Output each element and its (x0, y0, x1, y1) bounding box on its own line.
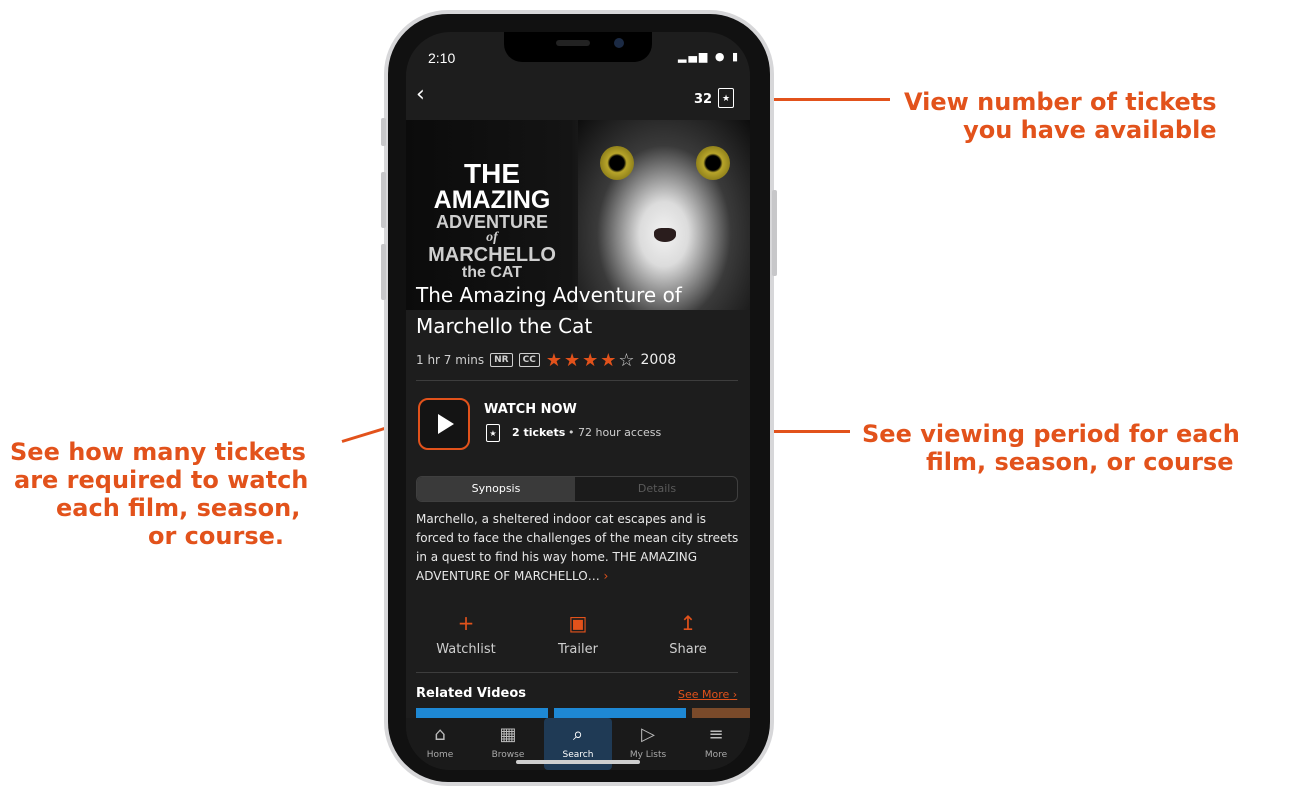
tab-label: My Lists (629, 750, 667, 760)
stars-filled: ★★★★ (545, 349, 619, 371)
tab-details[interactable]: Details (577, 477, 737, 501)
callout-viewing-period: See viewing period for each film, season… (862, 420, 1240, 476)
poster-line: THE (464, 158, 520, 189)
home-indicator[interactable] (516, 760, 640, 764)
callout-line: See how many tickets (10, 438, 306, 466)
divider (416, 380, 738, 381)
segment-control: Synopsis Details (416, 476, 738, 502)
ticket-star-icon[interactable]: ★ (718, 88, 734, 108)
poster-line: ADVENTURE (435, 212, 548, 232)
cat-nose (654, 228, 676, 242)
film-icon: ▦ (499, 724, 517, 745)
tab-label: More (704, 750, 728, 760)
film-title: The Amazing Adventure of Marchello the C… (416, 283, 682, 338)
callout-line: or course. (148, 522, 284, 550)
tab-home[interactable]: ⌂ Home (406, 718, 474, 770)
callout-tickets-required: See how many tickets are required to wat… (10, 438, 308, 550)
poster-line: MARCHELLO (428, 244, 556, 266)
search-icon: ⌕ (572, 724, 584, 745)
top-nav-bar: ‹ 32 ★ (406, 72, 750, 120)
poster-line: the CAT (461, 264, 523, 281)
poster-line: of (486, 230, 498, 245)
cc-badge: CC (518, 353, 540, 367)
stars-empty: ☆ (618, 349, 637, 371)
related-thumbnail[interactable] (692, 708, 750, 718)
synopsis-text[interactable]: Marchello, a sheltered indoor cat escape… (416, 510, 742, 586)
back-chevron-icon[interactable]: ‹ (416, 82, 425, 107)
notch (504, 32, 652, 62)
tab-label: Browse (491, 750, 525, 760)
volume-up-button (381, 172, 386, 228)
cat-eye-left (600, 146, 634, 180)
trailer-button[interactable]: ▣ Trailer (528, 610, 628, 657)
star-rating: ★★★★☆ (546, 350, 637, 371)
access-period: • 72 hour access (568, 426, 662, 439)
watchlist-button[interactable]: + Watchlist (416, 610, 516, 657)
watchlist-label: Watchlist (436, 642, 496, 657)
power-button (772, 190, 777, 276)
related-thumbnail[interactable] (554, 708, 686, 718)
share-button[interactable]: ↥ Share (638, 610, 738, 657)
video-camera-icon: ▣ (568, 611, 588, 635)
poster-line: AMAZING (433, 186, 551, 214)
front-camera (614, 38, 624, 48)
speaker (556, 40, 590, 46)
share-icon: ↥ (679, 611, 697, 635)
synopsis-body: Marchello, a sheltered indoor cat escape… (416, 512, 739, 583)
ticket-star-icon: ★ (486, 424, 500, 442)
mute-switch (381, 118, 386, 146)
related-videos-title: Related Videos (416, 686, 526, 701)
rating-badge: NR (490, 353, 513, 367)
cat-eye-right (696, 146, 730, 180)
status-time: 2:10 (428, 50, 456, 66)
ticket-count[interactable]: 32 (694, 92, 712, 107)
film-meta: 1 hr 7 mins NR CC ★★★★☆ 2008 (416, 350, 677, 371)
play-icon (438, 414, 454, 434)
volume-down-button (381, 244, 386, 300)
callout-line: film, season, or course (926, 448, 1234, 476)
plus-icon: + (457, 611, 475, 635)
home-icon: ⌂ (434, 724, 446, 745)
see-more-label: See More (678, 688, 730, 701)
trailer-label: Trailer (558, 642, 598, 657)
tab-more[interactable]: ≡ More (682, 718, 750, 770)
callout-line: each film, season, (56, 494, 301, 522)
see-more-link[interactable]: See More › (678, 688, 737, 701)
watch-now-button[interactable] (418, 398, 470, 450)
playlist-icon: ▷ (641, 724, 655, 745)
share-label: Share (669, 642, 707, 657)
callout-line: you have available (963, 116, 1217, 144)
related-thumbnail[interactable] (416, 708, 548, 718)
duration: 1 hr 7 mins (416, 353, 485, 367)
menu-icon: ≡ (708, 724, 724, 745)
poster-title: THE AMAZING ADVENTURE of MARCHELLO the C… (412, 160, 572, 281)
phone-screen: 2:10 ▂▄▆ ● ▮ ‹ 32 ★ THE AMAZING ADVENTUR… (406, 32, 750, 770)
callout-tickets-available: View number of tickets you have availabl… (904, 88, 1217, 144)
release-year: 2008 (640, 352, 677, 368)
watch-now-label[interactable]: WATCH NOW (484, 402, 577, 417)
callout-line: View number of tickets (904, 88, 1217, 116)
callout-line: See viewing period for each (862, 420, 1240, 448)
tab-label: Home (426, 750, 454, 760)
callout-line: are required to watch (14, 466, 309, 494)
tab-synopsis[interactable]: Synopsis (417, 477, 575, 501)
status-icons: ▂▄▆ ● ▮ (678, 50, 741, 63)
tab-label: Search (562, 750, 594, 760)
chevron-right-icon[interactable]: › (604, 569, 609, 583)
divider (416, 672, 738, 673)
tickets-required: 2 tickets (512, 426, 566, 439)
